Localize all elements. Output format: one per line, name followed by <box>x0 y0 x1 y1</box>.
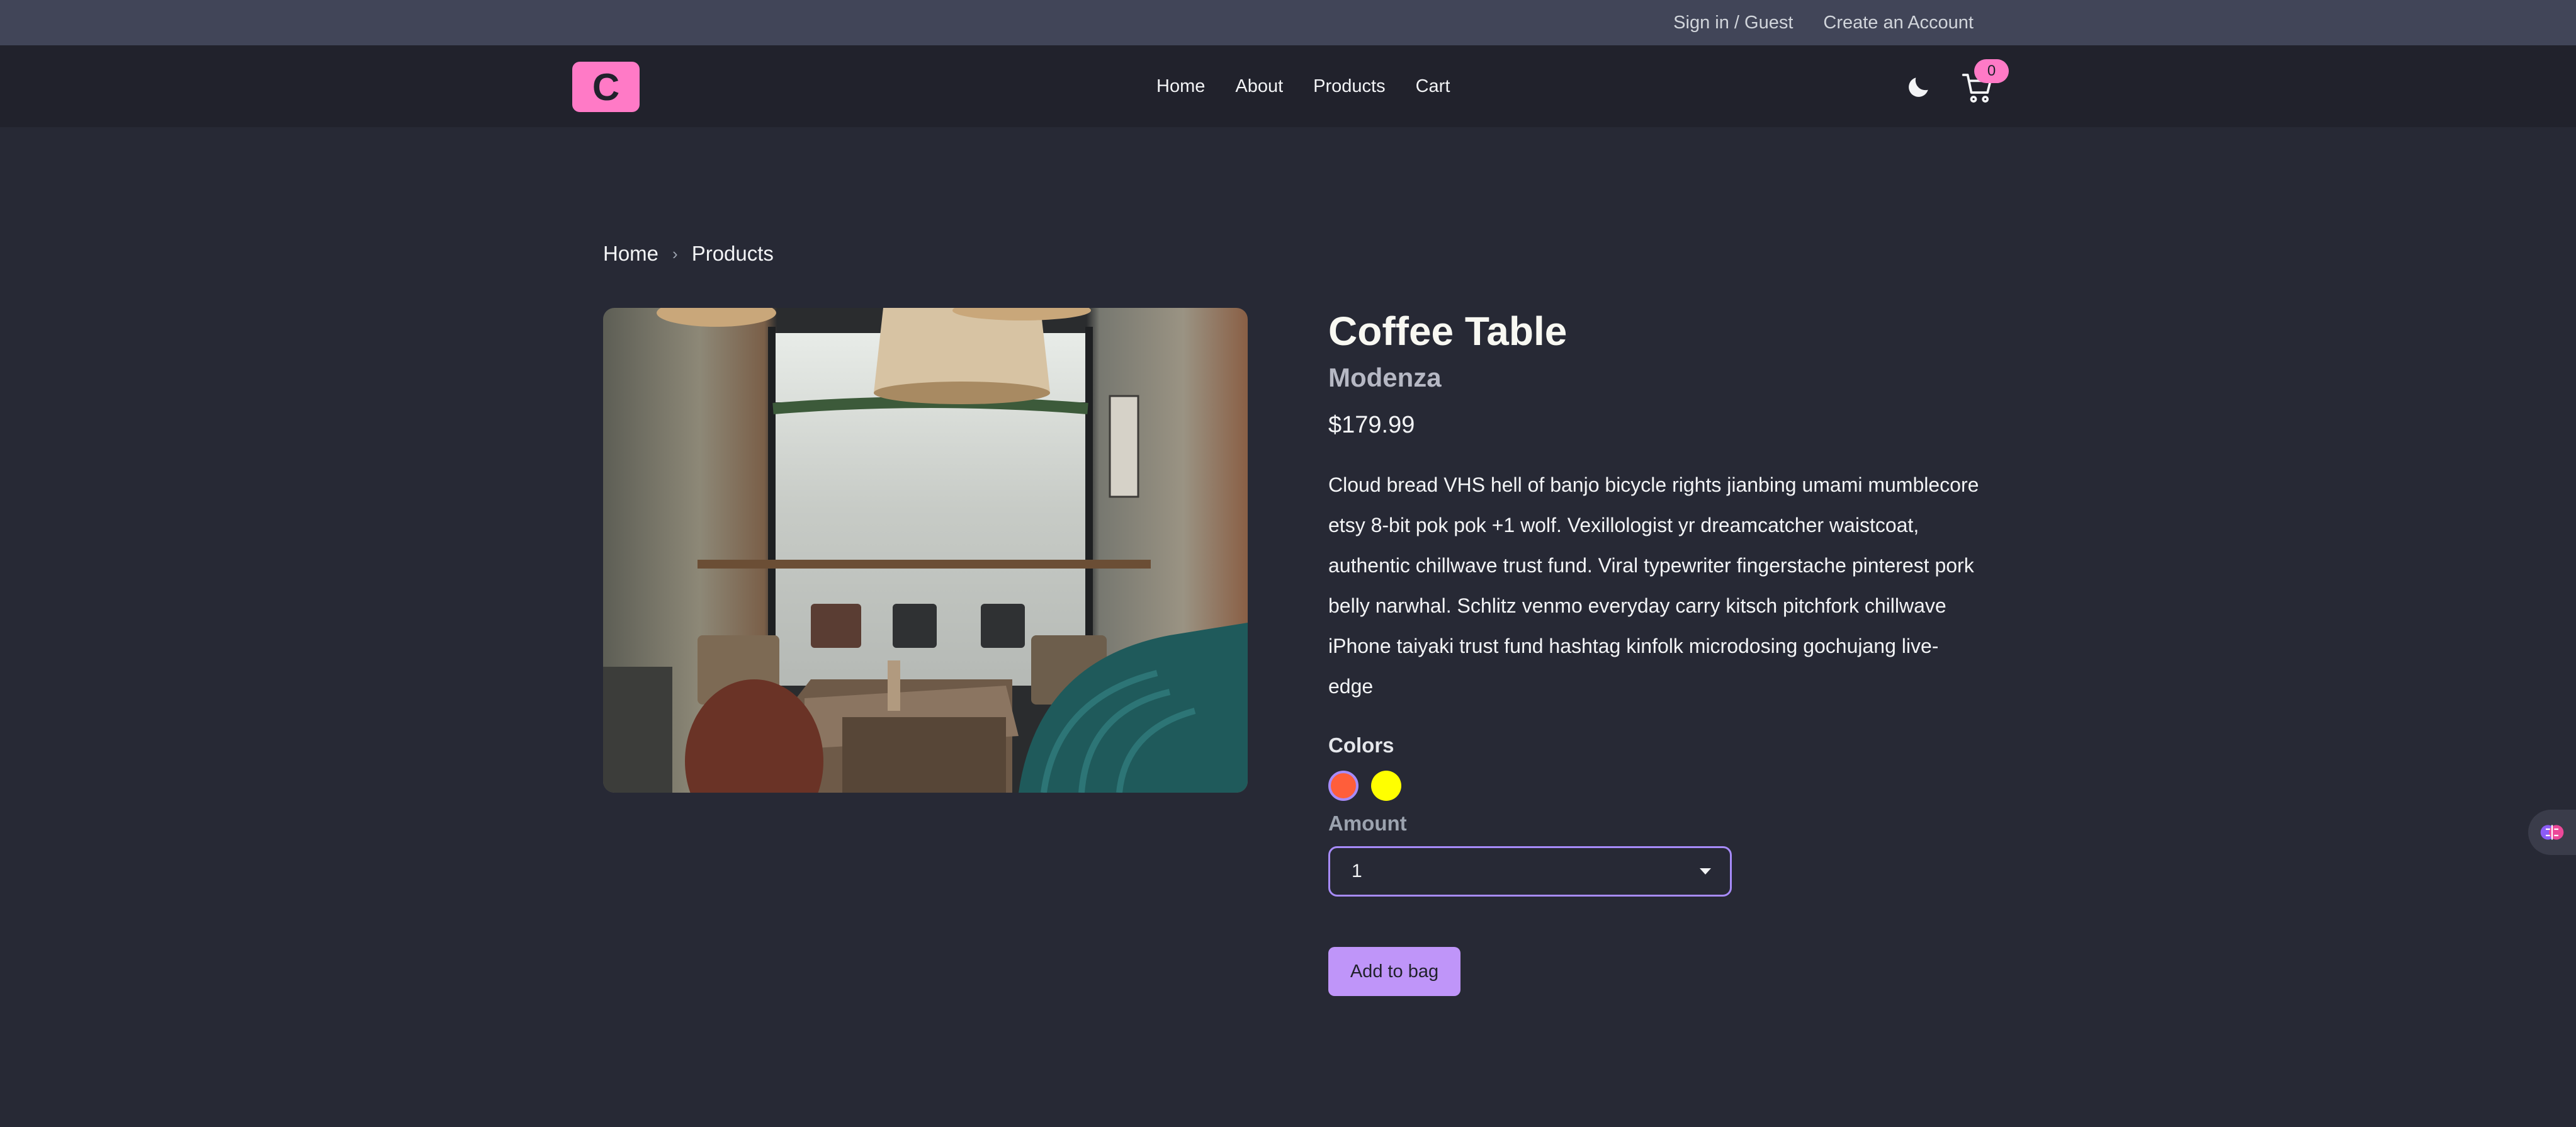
product-price: $179.99 <box>1328 412 1415 438</box>
breadcrumb: Home › Products <box>603 239 774 268</box>
color-swatch-orange[interactable] <box>1328 771 1359 801</box>
chevron-right-icon: › <box>672 244 678 263</box>
breadcrumb-products[interactable]: Products <box>692 242 774 266</box>
nav-links: Home About Products Cart <box>1145 45 1461 127</box>
amount-select[interactable]: 1 <box>1328 846 1732 897</box>
cart-count-badge: 0 <box>1974 59 2009 83</box>
product-title: Coffee Table <box>1328 309 1568 354</box>
nav-cart[interactable]: Cart <box>1404 69 1462 105</box>
top-bar: Sign in / Guest Create an Account <box>0 0 2576 45</box>
amount-label: Amount <box>1328 812 1407 835</box>
moon-icon[interactable] <box>1905 73 1933 101</box>
product-info: Coffee Table Modenza $179.99 Cloud bread… <box>1328 306 1983 996</box>
colors-label: Colors <box>1328 733 1394 757</box>
sign-in-link[interactable]: Sign in / Guest <box>1673 13 1793 33</box>
breadcrumb-home[interactable]: Home <box>603 242 658 266</box>
color-swatch-yellow[interactable] <box>1371 771 1401 801</box>
product-company: Modenza <box>1328 363 1442 392</box>
nav-products[interactable]: Products <box>1302 69 1396 105</box>
nav-about[interactable]: About <box>1224 69 1294 105</box>
product-image <box>603 308 1248 793</box>
caret-down-icon <box>1700 868 1711 875</box>
navbar: C Home About Products Cart 0 <box>0 45 2576 127</box>
logo-button[interactable]: C <box>572 62 640 112</box>
brain-icon[interactable] <box>2528 810 2576 855</box>
add-to-bag-button[interactable]: Add to bag <box>1328 947 1460 996</box>
amount-value: 1 <box>1352 861 1362 881</box>
create-account-link[interactable]: Create an Account <box>1823 13 1974 33</box>
color-swatches <box>1328 771 1983 801</box>
product-description: Cloud bread VHS hell of banjo bicycle ri… <box>1328 473 1979 698</box>
nav-home[interactable]: Home <box>1145 69 1216 105</box>
